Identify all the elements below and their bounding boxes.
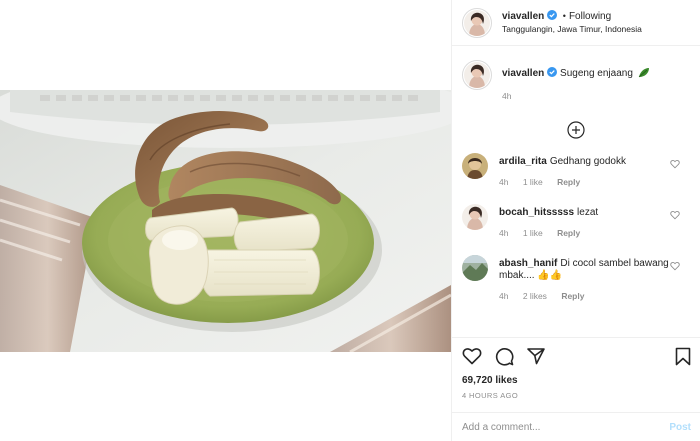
comment-meta: 4h 1 like Reply [499, 228, 669, 238]
action-icons [462, 346, 691, 366]
comment-likes[interactable]: 1 like [523, 228, 543, 238]
caption-text: Sugeng enjaang [560, 68, 633, 79]
header-separator: • [562, 10, 566, 21]
avatar[interactable] [462, 255, 488, 281]
avatar [464, 9, 490, 36]
caption-timestamp[interactable]: 4h [502, 91, 650, 101]
comment-body: bocah_hitsssss lezat 4h 1 like Reply [499, 204, 669, 238]
leafy-green-icon [638, 68, 649, 78]
comment-username[interactable]: bocah_hitsssss [499, 207, 574, 218]
post-header: viavallen • Following Tanggulangin, Jawa … [452, 0, 700, 46]
likes-count[interactable]: 69,720 likes [462, 375, 691, 386]
thumbs-up-icon: 👍👍 [537, 270, 563, 281]
like-heart-icon[interactable] [462, 347, 482, 365]
following-button[interactable]: Following [569, 11, 611, 22]
verified-badge-icon [547, 67, 558, 77]
avatar[interactable] [462, 204, 488, 230]
comment-text: abash_hanif Di cocol sambel bawang mbak..… [499, 258, 669, 282]
heart-icon[interactable] [670, 261, 680, 271]
post-sidebar: viavallen • Following Tanggulangin, Jawa … [451, 0, 700, 441]
comment-username[interactable]: ardila_rita [499, 156, 547, 167]
comment-message: lezat [577, 207, 599, 218]
comment-meta: 4h 2 likes Reply [499, 291, 669, 301]
instagram-post-view: viavallen • Following Tanggulangin, Jawa … [0, 0, 700, 441]
comment-likes[interactable]: 2 likes [523, 291, 547, 301]
add-comment-bar: Post [452, 412, 700, 441]
post-photo [0, 90, 451, 352]
caption-avatar-ring[interactable] [462, 60, 492, 90]
heart-icon[interactable] [670, 159, 680, 169]
caption-line: viavallen Sugeng enjaang [502, 67, 650, 80]
comment-username[interactable]: abash_hanif [499, 258, 557, 269]
caption-body: viavallen Sugeng enjaang 4h [502, 60, 650, 101]
comment-likes[interactable]: 1 like [523, 177, 543, 187]
caption: viavallen Sugeng enjaang 4h [452, 46, 700, 101]
load-more-comments-button[interactable] [452, 121, 700, 139]
reply-button[interactable]: Reply [561, 291, 584, 301]
comment-time[interactable]: 4h [499, 177, 508, 187]
comment-text: bocah_hitsssss lezat [499, 207, 669, 219]
post-media[interactable] [0, 0, 451, 441]
comment-bubble-icon[interactable] [495, 347, 514, 366]
verified-badge-icon [547, 9, 558, 20]
post-actions: 69,720 likes 4 HOURS AGO [452, 337, 700, 400]
author-username[interactable]: viavallen [502, 11, 544, 22]
plus-circle-icon [567, 121, 585, 139]
heart-icon[interactable] [670, 210, 680, 220]
post-location[interactable]: Tanggulangin, Jawa Timur, Indonesia [502, 23, 642, 36]
comment-list[interactable]: ardila_rita Gedhang godokk 4h 1 like Repl… [452, 153, 700, 347]
bookmark-icon[interactable] [675, 347, 691, 366]
header-text: viavallen • Following Tanggulangin, Jawa … [502, 9, 642, 36]
comment-body: abash_hanif Di cocol sambel bawang mbak..… [499, 255, 669, 301]
post-timestamp[interactable]: 4 HOURS AGO [462, 391, 691, 400]
comment-item: bocah_hitsssss lezat 4h 1 like Reply [452, 204, 700, 238]
author-avatar-ring[interactable] [462, 7, 492, 38]
comment-message: Gedhang godokk [549, 156, 626, 167]
avatar [464, 62, 490, 88]
reply-button[interactable]: Reply [557, 228, 580, 238]
comment-body: ardila_rita Gedhang godokk 4h 1 like Repl… [499, 153, 669, 187]
post-comment-button[interactable]: Post [669, 422, 691, 433]
reply-button[interactable]: Reply [557, 177, 580, 187]
comment-time[interactable]: 4h [499, 291, 508, 301]
share-paper-plane-icon[interactable] [527, 347, 545, 365]
comment-item: abash_hanif Di cocol sambel bawang mbak..… [452, 255, 700, 301]
add-comment-input[interactable] [462, 421, 652, 433]
comment-time[interactable]: 4h [499, 228, 508, 238]
comment-text: ardila_rita Gedhang godokk [499, 156, 669, 168]
comment-meta: 4h 1 like Reply [499, 177, 669, 187]
avatar[interactable] [462, 153, 488, 179]
comment-item: ardila_rita Gedhang godokk 4h 1 like Repl… [452, 153, 700, 187]
caption-username[interactable]: viavallen [502, 68, 544, 79]
